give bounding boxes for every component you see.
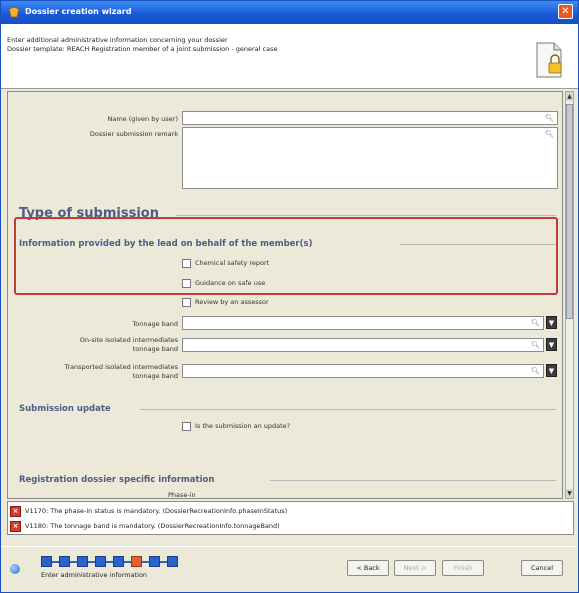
wizard-step-connector bbox=[70, 561, 77, 563]
name-label: Name (given by user) bbox=[107, 115, 179, 123]
wizard-header: Enter additional administrative informat… bbox=[1, 24, 578, 89]
wizard-step bbox=[59, 556, 70, 567]
wizard-step bbox=[167, 556, 178, 567]
globe-icon bbox=[10, 564, 20, 574]
scroll-thumb[interactable] bbox=[566, 104, 573, 319]
search-icon[interactable]: 🔍︎ bbox=[545, 130, 554, 138]
tonnage-band-select[interactable]: 🔍︎ bbox=[182, 316, 544, 330]
remark-label: Dossier submission remark bbox=[89, 130, 178, 138]
onsite-intermediates-label: On-site isolated intermediates tonnage b… bbox=[18, 336, 178, 354]
back-button[interactable]: < Back bbox=[347, 560, 389, 576]
chevron-down-icon[interactable]: ▼ bbox=[546, 316, 557, 329]
submission-update-heading: Submission update bbox=[19, 404, 111, 414]
onsite-tonnage-band-select[interactable]: 🔍︎ bbox=[182, 338, 544, 352]
registration-info-heading: Registration dossier specific informatio… bbox=[19, 475, 215, 485]
cancel-button[interactable]: Cancel bbox=[521, 560, 563, 576]
wizard-step-current bbox=[131, 556, 142, 567]
validation-messages: × V1170: The phase-in status is mandator… bbox=[7, 501, 574, 535]
remark-textarea[interactable]: 🔍︎ bbox=[182, 127, 558, 189]
header-instruction: Enter additional administrative informat… bbox=[7, 36, 228, 44]
checkbox-box[interactable] bbox=[182, 422, 191, 431]
chevron-down-icon[interactable]: ▼ bbox=[546, 338, 557, 351]
search-icon[interactable]: 🔍︎ bbox=[531, 319, 540, 327]
search-icon[interactable]: 🔍︎ bbox=[545, 114, 554, 122]
label-line: tonnage band bbox=[132, 372, 178, 380]
document-lock-icon bbox=[536, 42, 562, 78]
checkbox-label: Review by an assessor bbox=[195, 298, 269, 306]
current-step-label: Enter administrative information bbox=[41, 571, 148, 579]
header-template: Dossier template: REACH Registration mem… bbox=[7, 45, 278, 53]
window-title: Dossier creation wizard bbox=[25, 7, 132, 16]
wizard-footer: Enter administrative information < Back … bbox=[1, 546, 578, 592]
tonnage-highlight-box bbox=[14, 217, 558, 295]
label-line: On-site isolated intermediates bbox=[79, 336, 178, 344]
wizard-step-connector bbox=[106, 561, 113, 563]
form-scrollbar[interactable]: ▲ ▼ bbox=[565, 91, 574, 499]
label-line: Transported isolated intermediates bbox=[64, 363, 178, 371]
message-text: V1180: The tonnage band is mandatory. (D… bbox=[25, 522, 280, 530]
wizard-step bbox=[41, 556, 52, 567]
wizard-step-connector bbox=[160, 561, 167, 563]
wizard-step bbox=[149, 556, 160, 567]
review-by-assessor-checkbox[interactable]: Review by an assessor bbox=[182, 298, 332, 308]
phase-in-label: Phase-in bbox=[168, 491, 196, 499]
search-icon[interactable]: 🔍︎ bbox=[531, 367, 540, 375]
wizard-step bbox=[95, 556, 106, 567]
search-icon[interactable]: 🔍︎ bbox=[531, 341, 540, 349]
finish-button[interactable]: Finish bbox=[442, 560, 484, 576]
app-icon bbox=[8, 6, 20, 18]
message-text: V1170: The phase-in status is mandatory.… bbox=[25, 507, 288, 515]
submission-update-checkbox[interactable]: Is the submission an update? bbox=[182, 422, 362, 432]
close-icon[interactable]: ✕ bbox=[558, 4, 573, 19]
validation-message: × V1170: The phase-in status is mandator… bbox=[10, 505, 570, 518]
error-icon: × bbox=[10, 521, 21, 532]
name-input[interactable]: 🔍︎ bbox=[182, 111, 558, 125]
section-divider bbox=[140, 409, 556, 410]
wizard-step bbox=[77, 556, 88, 567]
wizard-step-connector bbox=[124, 561, 131, 563]
checkbox-box[interactable] bbox=[182, 298, 191, 307]
chevron-down-icon[interactable]: ▼ bbox=[546, 364, 557, 377]
checkbox-label: Is the submission an update? bbox=[195, 422, 291, 430]
scroll-down-icon[interactable]: ▼ bbox=[566, 489, 573, 498]
wizard-step-connector bbox=[88, 561, 95, 563]
next-button[interactable]: Next > bbox=[394, 560, 436, 576]
wizard-step-connector bbox=[52, 561, 59, 563]
section-divider bbox=[270, 480, 556, 481]
validation-message: × V1180: The tonnage band is mandatory. … bbox=[10, 520, 570, 533]
error-icon: × bbox=[10, 506, 21, 517]
tonnage-band-label: Tonnage band bbox=[132, 320, 178, 328]
wizard-step bbox=[113, 556, 124, 567]
label-line: tonnage band bbox=[132, 345, 178, 353]
scroll-up-icon[interactable]: ▲ bbox=[566, 92, 573, 101]
wizard-window: Dossier creation wizard ✕ Enter addition… bbox=[0, 0, 579, 593]
title-bar: Dossier creation wizard ✕ bbox=[1, 1, 578, 24]
transported-intermediates-label: Transported isolated intermediates tonna… bbox=[8, 363, 178, 381]
section-divider bbox=[176, 215, 556, 216]
form-panel: Name (given by user) 🔍︎ Dossier submissi… bbox=[7, 91, 563, 499]
transported-tonnage-band-select[interactable]: 🔍︎ bbox=[182, 364, 544, 378]
wizard-step-connector bbox=[142, 561, 149, 563]
